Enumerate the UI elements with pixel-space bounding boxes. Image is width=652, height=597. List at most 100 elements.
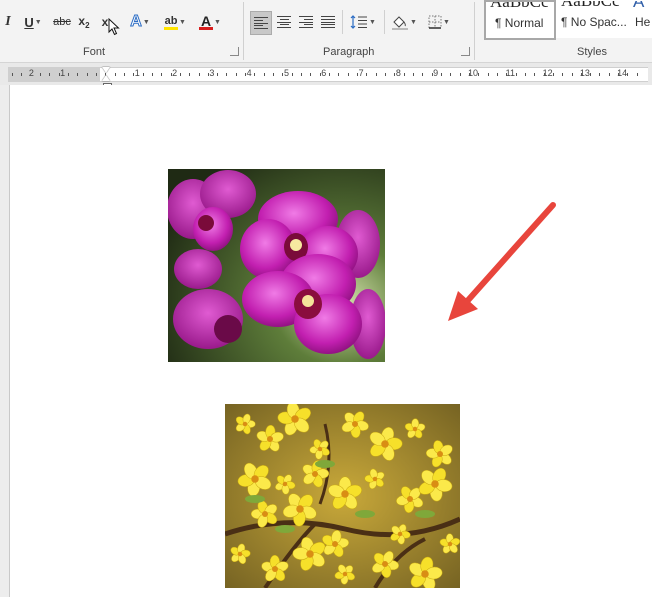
hanging-indent-marker[interactable]	[102, 75, 110, 81]
shading-button[interactable]: ▼	[390, 11, 418, 33]
ruler-tick	[170, 73, 172, 76]
justify-icon	[321, 16, 335, 28]
underline-button[interactable]: U ▼	[20, 11, 46, 33]
ruler-tick	[618, 73, 620, 76]
orchid-photo[interactable]	[168, 169, 385, 362]
line-spacing-icon	[350, 15, 368, 29]
ruler-tick	[207, 73, 209, 76]
ruler-tick	[179, 73, 181, 76]
style-heading-1[interactable]: A He	[630, 0, 652, 38]
font-color-button[interactable]: A ▼	[196, 11, 224, 33]
ruler-number: 3	[209, 68, 215, 78]
borders-icon	[428, 15, 442, 29]
ruler-number: 2	[28, 68, 34, 78]
align-right-button[interactable]	[296, 11, 316, 33]
ruler-tick	[49, 73, 51, 76]
ribbon: I U ▼ abc x2 x A ▼ ab ▼ A ▼ Font ▼ ▼ ▼ P…	[0, 0, 652, 63]
ruler-tick	[67, 73, 69, 76]
ruler-tick	[571, 73, 573, 76]
styles-group-label: Styles	[577, 46, 607, 58]
align-center-button[interactable]	[274, 11, 294, 33]
text-effects-icon: A	[130, 13, 143, 31]
ruler-tick	[403, 73, 405, 76]
ruler-number: 1	[60, 68, 66, 78]
ruler-tick	[161, 73, 163, 76]
font-group-label: Font	[83, 46, 106, 58]
ruler-tick	[357, 73, 359, 76]
ruler-tick	[123, 73, 125, 76]
ruler-tick	[487, 73, 489, 76]
ruler-tick	[440, 73, 442, 76]
ruler-tick	[114, 73, 116, 76]
ruler-tick	[319, 73, 321, 76]
ruler-tick	[235, 73, 237, 76]
chevron-down-icon[interactable]: ▼	[369, 19, 376, 26]
ruler-tick	[189, 73, 191, 76]
ruler-tick	[580, 73, 582, 76]
ruler-number: 8	[395, 68, 401, 78]
line-spacing-button[interactable]: ▼	[348, 11, 378, 33]
italic-button[interactable]: I	[2, 11, 14, 33]
chevron-down-icon[interactable]: ▼	[214, 19, 221, 26]
ruler-tick	[515, 73, 517, 76]
justify-button[interactable]	[318, 11, 338, 33]
ruler-tick	[142, 73, 144, 76]
ruler-tick	[394, 73, 396, 76]
strikethrough-button[interactable]: abc	[52, 11, 72, 33]
ruler-tick	[217, 73, 219, 76]
style-name-label: He	[635, 15, 651, 29]
ruler-tick	[375, 73, 377, 76]
ruler-tick	[245, 73, 247, 76]
toolbar-divider	[342, 10, 343, 34]
ruler-tick	[552, 73, 554, 76]
ruler-tick	[496, 73, 498, 76]
style-no-spacing[interactable]: AaBbCc ¶ No Spac...	[556, 0, 630, 38]
first-line-indent-marker[interactable]	[102, 67, 110, 73]
ruler-tick	[562, 73, 564, 76]
ruler-tick	[198, 73, 200, 76]
paragraph-dialog-launcher-icon[interactable]	[461, 47, 470, 56]
style-sample: AaBbCc	[490, 0, 549, 11]
align-left-button[interactable]	[250, 11, 272, 35]
ruler-tick	[412, 73, 414, 76]
ruler-number: 5	[283, 68, 290, 78]
font-color-icon: A	[199, 12, 214, 30]
ruler-number: 9	[433, 68, 439, 78]
ruler-number: 2	[172, 68, 178, 78]
style-normal[interactable]: AaBbCc ¶ Normal	[484, 0, 556, 40]
align-left-icon	[254, 17, 268, 29]
yellow-blossom-photo[interactable]	[225, 404, 460, 588]
text-effects-button[interactable]: A ▼	[126, 11, 154, 33]
subscript-button[interactable]: x2	[76, 11, 92, 33]
chevron-down-icon[interactable]: ▼	[143, 19, 150, 26]
shading-bucket-icon	[392, 16, 409, 30]
ruler-tick	[543, 73, 545, 76]
ruler-tick	[329, 73, 331, 76]
red-arrow-annotation	[448, 202, 556, 321]
font-dialog-launcher-icon[interactable]	[230, 47, 239, 56]
ruler-tick	[608, 73, 610, 76]
ruler-tick	[21, 73, 23, 76]
highlighter-icon: ab	[164, 15, 179, 30]
borders-button[interactable]: ▼	[424, 11, 454, 33]
ruler-number: 7	[358, 68, 364, 78]
ruler-tick	[12, 73, 13, 76]
ruler-tick	[524, 73, 526, 76]
align-center-icon	[277, 16, 291, 28]
ruler-tick	[627, 73, 629, 76]
document-canvas[interactable]	[0, 85, 652, 597]
chevron-down-icon[interactable]: ▼	[35, 19, 42, 26]
underline-label: U	[24, 14, 34, 30]
ruler-tick	[468, 73, 470, 76]
chevron-down-icon[interactable]: ▼	[410, 19, 417, 26]
horizontal-ruler[interactable]: 2 1 1 2 3 4 5 6 7 8 9 10 11 12 13 14	[8, 67, 648, 90]
ruler-tick	[385, 73, 386, 76]
ruler-tick	[506, 73, 508, 76]
chevron-down-icon[interactable]: ▼	[179, 19, 186, 26]
ruler-tick	[151, 73, 153, 76]
ruler-tick	[58, 73, 60, 76]
ruler-number: 4	[246, 68, 252, 78]
highlight-color-button[interactable]: ab ▼	[160, 11, 190, 33]
chevron-down-icon[interactable]: ▼	[443, 19, 450, 26]
style-name-label: ¶ No Spac...	[561, 15, 627, 29]
